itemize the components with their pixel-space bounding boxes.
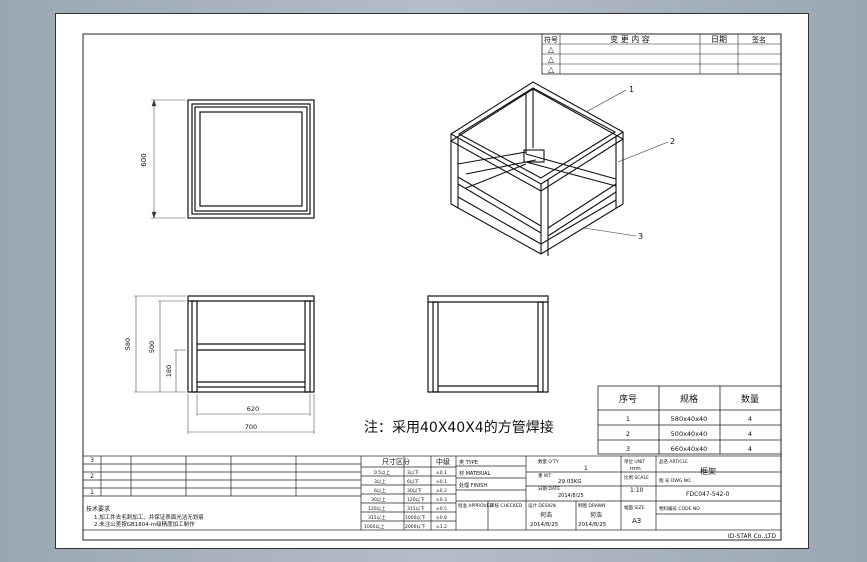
size-label: 幅面 SIZE	[624, 504, 645, 511]
qty-label: 数量 Q'TY	[538, 458, 559, 465]
design-date: 2014/8/25	[530, 522, 559, 528]
rev-mark-3: △	[548, 65, 555, 74]
rev-mark-1: △	[548, 45, 555, 54]
title-block-text: 3 2 1 技术要求 1.加工件去毛刺加工、并保证表面光洁无划痕 2.未注公差按…	[86, 457, 729, 530]
size-r1-c: ±0.1	[436, 470, 447, 476]
tech-req-2: 2.未注公差按GB1804-m级精度加工制作	[94, 520, 195, 528]
size-r5-c: ±0.5	[436, 506, 447, 512]
size-value: A3	[632, 517, 641, 525]
designer-name: 何浩	[540, 511, 552, 519]
rev-header-content: 变 更 内 容	[610, 34, 650, 44]
front-view	[187, 99, 315, 219]
bom-r1-qty: 4	[748, 415, 752, 423]
bom-r3-no: 3	[626, 445, 630, 453]
tech-req-title: 技术要求	[86, 505, 110, 513]
dwg-no-label: 图 号 DWG NO.	[659, 478, 692, 484]
bom-r2-no: 2	[626, 430, 630, 438]
bom-r2-spec: 500x40x40	[671, 430, 708, 438]
rev-header-sign: 签名	[752, 35, 766, 44]
finish-label: 处理 FINISH	[459, 482, 487, 489]
article-name: 框架	[700, 466, 716, 476]
front-height-dimension	[151, 99, 186, 219]
size-r6-a: 315以上	[368, 514, 386, 521]
size-r2-c: ±0.1	[436, 479, 447, 485]
material-label: 材 MATERIAL	[459, 470, 491, 477]
date-value: 2014/8/25	[558, 493, 584, 499]
dwg-no-value: FDC047-542-0	[686, 491, 729, 498]
size-r7-b: 2000以下	[405, 524, 426, 530]
top-view	[427, 295, 549, 393]
tech-req-1: 1.加工件去毛刺加工、并保证表面光洁无划痕	[94, 513, 204, 521]
scale-value: 1:10	[630, 487, 644, 494]
dim-side-580: 580	[124, 338, 132, 350]
size-r4-c: ±0.3	[436, 497, 447, 503]
size-r1-a: 0.5以上	[374, 469, 391, 476]
size-header: 尺寸区分	[382, 457, 410, 466]
size-r3-a: 6以上	[374, 487, 386, 494]
dim-side-620: 620	[247, 405, 259, 413]
size-r2-b: 6以下	[407, 479, 419, 485]
bom-r3-spec: 660x40x40	[671, 445, 708, 453]
unit-label: 单位 UNIT	[624, 458, 645, 465]
dim-side-500: 500	[148, 341, 156, 353]
size-r4-a: 30以上	[371, 496, 386, 503]
name-label: 品名 ARTICLE	[659, 458, 688, 465]
size-r4-b: 120以下	[407, 497, 425, 503]
size-r6-b: 1000以下	[405, 515, 426, 521]
size-r3-c: ±0.2	[436, 488, 447, 494]
type-label: 类 TYPE	[459, 459, 478, 466]
drawn-date: 2014/8/25	[578, 522, 607, 528]
dim-side-180: 180	[165, 365, 173, 377]
side-view	[187, 295, 315, 393]
drawing-canvas: 符号 变 更 内 容 日期 签名 △ △ △ 600 1 2 3 580 500…	[82, 33, 782, 541]
leader-lines	[583, 89, 669, 237]
rev-mark-2: △	[548, 55, 555, 64]
size-r5-a: 120以上	[368, 505, 386, 512]
weight-value: 29.03KG	[558, 479, 582, 485]
revision-block: 符号 变 更 内 容 日期 签名 △ △ △	[541, 33, 782, 75]
unit-value: mm	[630, 466, 641, 472]
tol-header: 中级	[436, 457, 450, 466]
balloon-2: 2	[670, 137, 675, 146]
rev-header-mark: 符号	[544, 35, 558, 44]
bom-header-qty: 数量	[741, 393, 759, 405]
drawn-label: 制图 DRAWN	[578, 502, 606, 509]
weight-label: 重 WT	[538, 472, 551, 479]
dim-front-height: 600	[140, 153, 148, 166]
drawer-name: 何浩	[590, 511, 602, 519]
approved-label: 批准 APPROVED	[458, 502, 493, 509]
size-r1-b: 3以下	[407, 470, 419, 476]
size-r5-b: 315以下	[407, 506, 425, 512]
size-r7-c: ±1.2	[436, 524, 447, 530]
code-label: 物料编号 CODE NO.	[659, 505, 701, 512]
scale-label: 比例 SCALE	[624, 474, 649, 481]
bom-r3-qty: 4	[748, 445, 752, 453]
size-r3-b: 30以下	[407, 488, 422, 494]
balloon-3: 3	[638, 232, 643, 241]
tb-row-2: 2	[90, 473, 94, 480]
side-dimensions	[134, 295, 315, 434]
date-label: 日期 DATE	[538, 486, 560, 492]
rev-header-date: 日期	[711, 35, 727, 44]
drawing-sheet: 符号 变 更 内 容 日期 签名 △ △ △ 600 1 2 3 580 500…	[55, 13, 809, 549]
qty-value: 1	[584, 465, 588, 472]
dim-side-700: 700	[245, 423, 257, 431]
size-r2-a: 3以上	[374, 478, 386, 485]
company-name: ID-STAR Co.,LTD	[728, 533, 776, 540]
bom-header-no: 序号	[619, 393, 637, 405]
bom-r1-spec: 580x40x40	[671, 415, 708, 423]
design-label: 设计 DESIGN	[528, 502, 556, 509]
bom-r2-qty: 4	[748, 430, 752, 438]
bom-header-spec: 规格	[680, 393, 698, 405]
welding-note: 注：采用40X40X4的方管焊接	[364, 419, 554, 436]
size-r6-c: ±0.8	[436, 515, 447, 521]
size-r7-a: 1000以上	[364, 523, 385, 530]
balloon-1: 1	[629, 85, 634, 94]
checked-label: 审核 CHECKED	[490, 502, 523, 509]
tb-row-3: 3	[90, 457, 94, 464]
tb-row-1: 1	[90, 489, 94, 496]
bom-r1-no: 1	[626, 415, 630, 423]
